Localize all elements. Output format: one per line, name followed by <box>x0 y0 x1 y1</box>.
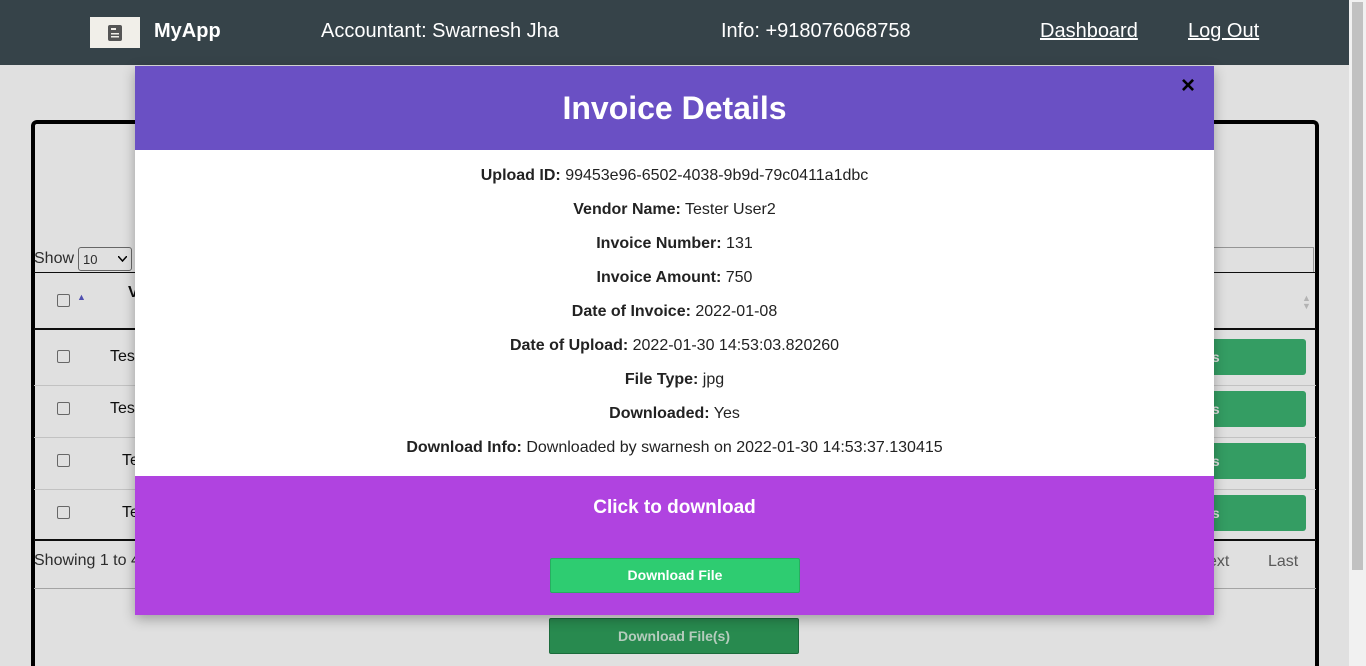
logout-link[interactable]: Log Out <box>1188 20 1259 43</box>
dashboard-link[interactable]: Dashboard <box>1040 20 1138 43</box>
modal-body: Upload ID: 99453e96-6502-4038-9b9d-79c04… <box>135 150 1214 476</box>
download-file-button[interactable]: Download File <box>550 558 800 593</box>
field-label: Date of Upload: <box>509 337 629 354</box>
modal-footer: Click to download Download File <box>135 476 1214 615</box>
field-file-type: File Type: jpg <box>135 371 1214 389</box>
field-invoice-amount: Invoice Amount: 750 <box>135 269 1214 287</box>
document-icon <box>108 24 122 41</box>
field-value: 99453e96-6502-4038-9b9d-79c0411a1dbc <box>565 167 869 184</box>
field-upload-id: Upload ID: 99453e96-6502-4038-9b9d-79c04… <box>135 167 1214 185</box>
field-date-of-invoice: Date of Invoice: 2022-01-08 <box>135 303 1214 321</box>
field-value: Tester User2 <box>685 201 776 218</box>
field-label: Invoice Number: <box>596 235 722 252</box>
modal-title: Invoice Details <box>562 90 787 126</box>
app-logo[interactable] <box>90 17 140 48</box>
field-value: 131 <box>726 235 753 252</box>
page-scrollbar[interactable] <box>1349 0 1366 666</box>
field-downloaded: Downloaded: Yes <box>135 405 1214 423</box>
field-value: Yes <box>713 405 740 422</box>
field-value: 2022-01-08 <box>695 303 778 320</box>
app-brand[interactable]: MyApp <box>154 20 221 43</box>
field-label: Upload ID: <box>480 167 561 184</box>
field-label: Downloaded: <box>609 405 710 422</box>
field-label: File Type: <box>624 371 699 388</box>
contact-info: Info: +918076068758 <box>721 20 911 42</box>
field-label: Vendor Name: <box>573 201 681 218</box>
field-label: Download Info: <box>406 439 522 456</box>
field-label: Invoice Amount: <box>596 269 722 286</box>
field-value: jpg <box>702 371 725 388</box>
accountant-name: Accountant: Swarnesh Jha <box>321 20 559 42</box>
field-value: Downloaded by swarnesh on 2022-01-30 14:… <box>526 439 943 456</box>
field-date-of-upload: Date of Upload: 2022-01-30 14:53:03.8202… <box>135 337 1214 355</box>
field-invoice-number: Invoice Number: 131 <box>135 235 1214 253</box>
top-navbar: MyApp Accountant: Swarnesh Jha Info: +91… <box>0 0 1349 65</box>
field-label: Date of Invoice: <box>571 303 691 320</box>
close-icon[interactable]: × <box>1181 72 1195 100</box>
scrollbar-thumb[interactable] <box>1352 2 1363 570</box>
modal-header: Invoice Details × <box>135 66 1214 150</box>
field-vendor-name: Vendor Name: Tester User2 <box>135 201 1214 219</box>
field-value: 2022-01-30 14:53:03.820260 <box>632 337 840 354</box>
invoice-details-modal: Invoice Details × Upload ID: 99453e96-65… <box>135 66 1214 615</box>
field-download-info: Download Info: Downloaded by swarnesh on… <box>135 439 1214 457</box>
field-value: 750 <box>725 269 753 286</box>
download-prompt: Click to download <box>593 497 756 518</box>
